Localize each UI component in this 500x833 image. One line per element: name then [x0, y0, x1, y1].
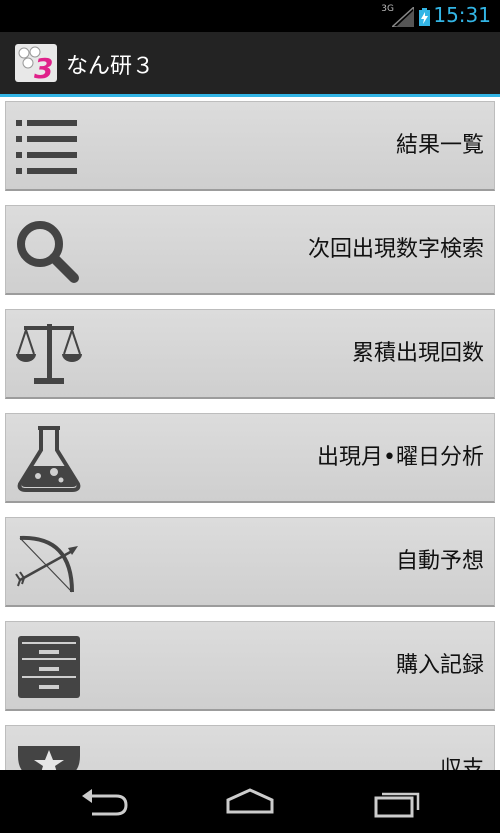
back-icon[interactable]	[76, 786, 130, 818]
numbers-3-app-icon[interactable]: 3	[15, 44, 57, 82]
menu-item-purchase-records[interactable]: 購入記録	[5, 621, 495, 711]
menu-item-label: 購入記録	[395, 653, 484, 678]
menu-item-auto-prediction[interactable]: 自動予想	[5, 517, 495, 607]
home-icon[interactable]	[223, 786, 277, 818]
recent-apps-icon[interactable]	[370, 786, 424, 818]
drawer-cabinet-icon	[18, 636, 80, 698]
signal-strength-icon	[392, 7, 414, 27]
status-time: 15:31	[433, 3, 491, 27]
menu-item-cumulative-count[interactable]: 累積出現回数	[5, 309, 495, 399]
action-bar: 3 なん研３	[0, 32, 500, 97]
menu-item-label: 次回出現数字検索	[307, 237, 484, 262]
trophy-star-icon	[18, 746, 80, 770]
search-icon	[17, 221, 79, 283]
app-title: なん研３	[66, 54, 155, 79]
menu-item-month-weekday-analysis[interactable]: 出現月•曜日分析	[5, 413, 495, 503]
menu-item-results-list[interactable]: 結果一覧	[5, 101, 495, 191]
system-navigation-bar	[0, 770, 500, 833]
list-icon	[16, 120, 77, 174]
menu-item-label: 自動予想	[395, 549, 484, 574]
svg-text:3: 3	[34, 52, 53, 82]
main-menu-list[interactable]: 結果一覧 次回出現数字検索 累積出現回数 出現月•曜日分析 自動予想 購入記録 …	[0, 97, 500, 770]
menu-item-label: 出現月•曜日分析	[317, 445, 484, 470]
bow-arrow-icon	[15, 535, 78, 593]
menu-item-next-number-search[interactable]: 次回出現数字検索	[5, 205, 495, 295]
menu-item-label: 収支	[439, 757, 484, 770]
menu-item-balance[interactable]: 収支	[5, 725, 495, 770]
menu-item-label: 結果一覧	[395, 133, 484, 158]
status-bar: 3G 15:31	[0, 0, 500, 32]
menu-item-label: 累積出現回数	[351, 341, 484, 366]
flask-icon	[17, 426, 81, 492]
battery-charging-icon	[419, 8, 430, 26]
balance-scale-icon	[16, 324, 82, 384]
